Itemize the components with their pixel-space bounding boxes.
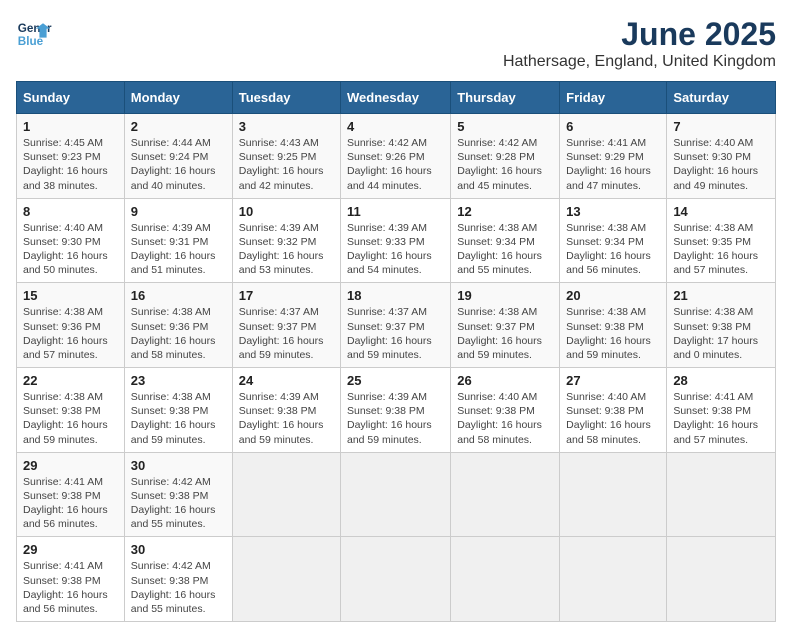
header-friday: Friday: [560, 82, 667, 114]
table-row: 2Sunrise: 4:44 AMSunset: 9:24 PMDaylight…: [124, 114, 232, 199]
table-row: 12Sunrise: 4:38 AMSunset: 9:34 PMDayligh…: [451, 198, 560, 283]
logo: General Blue: [16, 16, 52, 52]
page-header: General Blue June 2025 Hathersage, Engla…: [16, 16, 776, 71]
table-row: 23Sunrise: 4:38 AMSunset: 9:38 PMDayligh…: [124, 368, 232, 453]
table-row: 24Sunrise: 4:39 AMSunset: 9:38 PMDayligh…: [232, 368, 340, 453]
table-row: 30Sunrise: 4:42 AMSunset: 9:38 PMDayligh…: [124, 537, 232, 622]
table-row: [341, 452, 451, 537]
table-row: 14Sunrise: 4:38 AMSunset: 9:35 PMDayligh…: [667, 198, 776, 283]
calendar-subtitle: Hathersage, England, United Kingdom: [503, 53, 776, 71]
week-row-0: 1Sunrise: 4:45 AMSunset: 9:23 PMDaylight…: [17, 114, 776, 199]
table-row: 15Sunrise: 4:38 AMSunset: 9:36 PMDayligh…: [17, 283, 125, 368]
table-row: [667, 452, 776, 537]
table-row: 7Sunrise: 4:40 AMSunset: 9:30 PMDaylight…: [667, 114, 776, 199]
table-row: 6Sunrise: 4:41 AMSunset: 9:29 PMDaylight…: [560, 114, 667, 199]
days-header-row: Sunday Monday Tuesday Wednesday Thursday…: [17, 82, 776, 114]
table-row: [232, 537, 340, 622]
week-row-3: 22Sunrise: 4:38 AMSunset: 9:38 PMDayligh…: [17, 368, 776, 453]
table-row: [667, 537, 776, 622]
table-row: [560, 452, 667, 537]
header-sunday: Sunday: [17, 82, 125, 114]
table-row: 25Sunrise: 4:39 AMSunset: 9:38 PMDayligh…: [341, 368, 451, 453]
calendar-title: June 2025: [503, 16, 776, 53]
table-row: 19Sunrise: 4:38 AMSunset: 9:37 PMDayligh…: [451, 283, 560, 368]
week-row-5: 29Sunrise: 4:41 AMSunset: 9:38 PMDayligh…: [17, 537, 776, 622]
table-row: 8Sunrise: 4:40 AMSunset: 9:30 PMDaylight…: [17, 198, 125, 283]
table-row: 26Sunrise: 4:40 AMSunset: 9:38 PMDayligh…: [451, 368, 560, 453]
table-row: 5Sunrise: 4:42 AMSunset: 9:28 PMDaylight…: [451, 114, 560, 199]
table-row: 20Sunrise: 4:38 AMSunset: 9:38 PMDayligh…: [560, 283, 667, 368]
table-row: 18Sunrise: 4:37 AMSunset: 9:37 PMDayligh…: [341, 283, 451, 368]
header-wednesday: Wednesday: [341, 82, 451, 114]
table-row: 29Sunrise: 4:41 AMSunset: 9:38 PMDayligh…: [17, 537, 125, 622]
calendar-table: Sunday Monday Tuesday Wednesday Thursday…: [16, 81, 776, 622]
table-row: 11Sunrise: 4:39 AMSunset: 9:33 PMDayligh…: [341, 198, 451, 283]
table-row: 29Sunrise: 4:41 AMSunset: 9:38 PMDayligh…: [17, 452, 125, 537]
table-row: 4Sunrise: 4:42 AMSunset: 9:26 PMDaylight…: [341, 114, 451, 199]
svg-text:General: General: [18, 22, 52, 35]
table-row: [341, 537, 451, 622]
week-row-2: 15Sunrise: 4:38 AMSunset: 9:36 PMDayligh…: [17, 283, 776, 368]
table-row: 30Sunrise: 4:42 AMSunset: 9:38 PMDayligh…: [124, 452, 232, 537]
table-row: [560, 537, 667, 622]
header-saturday: Saturday: [667, 82, 776, 114]
table-row: 13Sunrise: 4:38 AMSunset: 9:34 PMDayligh…: [560, 198, 667, 283]
week-row-1: 8Sunrise: 4:40 AMSunset: 9:30 PMDaylight…: [17, 198, 776, 283]
table-row: [232, 452, 340, 537]
table-row: [451, 537, 560, 622]
header-monday: Monday: [124, 82, 232, 114]
table-row: 9Sunrise: 4:39 AMSunset: 9:31 PMDaylight…: [124, 198, 232, 283]
week-row-4: 29Sunrise: 4:41 AMSunset: 9:38 PMDayligh…: [17, 452, 776, 537]
table-row: 21Sunrise: 4:38 AMSunset: 9:38 PMDayligh…: [667, 283, 776, 368]
table-row: 10Sunrise: 4:39 AMSunset: 9:32 PMDayligh…: [232, 198, 340, 283]
table-row: 16Sunrise: 4:38 AMSunset: 9:36 PMDayligh…: [124, 283, 232, 368]
table-row: [451, 452, 560, 537]
table-row: 1Sunrise: 4:45 AMSunset: 9:23 PMDaylight…: [17, 114, 125, 199]
title-area: June 2025 Hathersage, England, United Ki…: [503, 16, 776, 71]
table-row: 22Sunrise: 4:38 AMSunset: 9:38 PMDayligh…: [17, 368, 125, 453]
table-row: 3Sunrise: 4:43 AMSunset: 9:25 PMDaylight…: [232, 114, 340, 199]
table-row: 28Sunrise: 4:41 AMSunset: 9:38 PMDayligh…: [667, 368, 776, 453]
header-thursday: Thursday: [451, 82, 560, 114]
table-row: 27Sunrise: 4:40 AMSunset: 9:38 PMDayligh…: [560, 368, 667, 453]
table-row: 17Sunrise: 4:37 AMSunset: 9:37 PMDayligh…: [232, 283, 340, 368]
header-tuesday: Tuesday: [232, 82, 340, 114]
logo-icon: General Blue: [16, 16, 52, 52]
